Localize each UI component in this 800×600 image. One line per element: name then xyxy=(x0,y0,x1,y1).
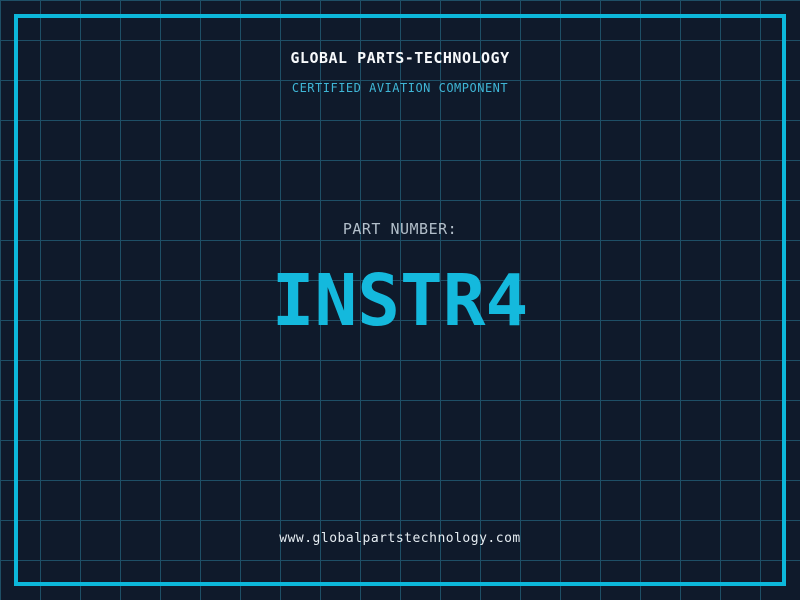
part-number-label: PART NUMBER: xyxy=(342,220,458,238)
website-url: www.globalpartstechnology.com xyxy=(279,531,521,546)
part-number-value: INSTR4 xyxy=(271,259,529,342)
company-title: GLOBAL PARTS-TECHNOLOGY xyxy=(290,49,510,67)
certification-subtitle: CERTIFIED AVIATION COMPONENT xyxy=(291,81,509,95)
certificate-screen: GLOBAL PARTS-TECHNOLOGY CERTIFIED AVIATI… xyxy=(0,0,800,600)
